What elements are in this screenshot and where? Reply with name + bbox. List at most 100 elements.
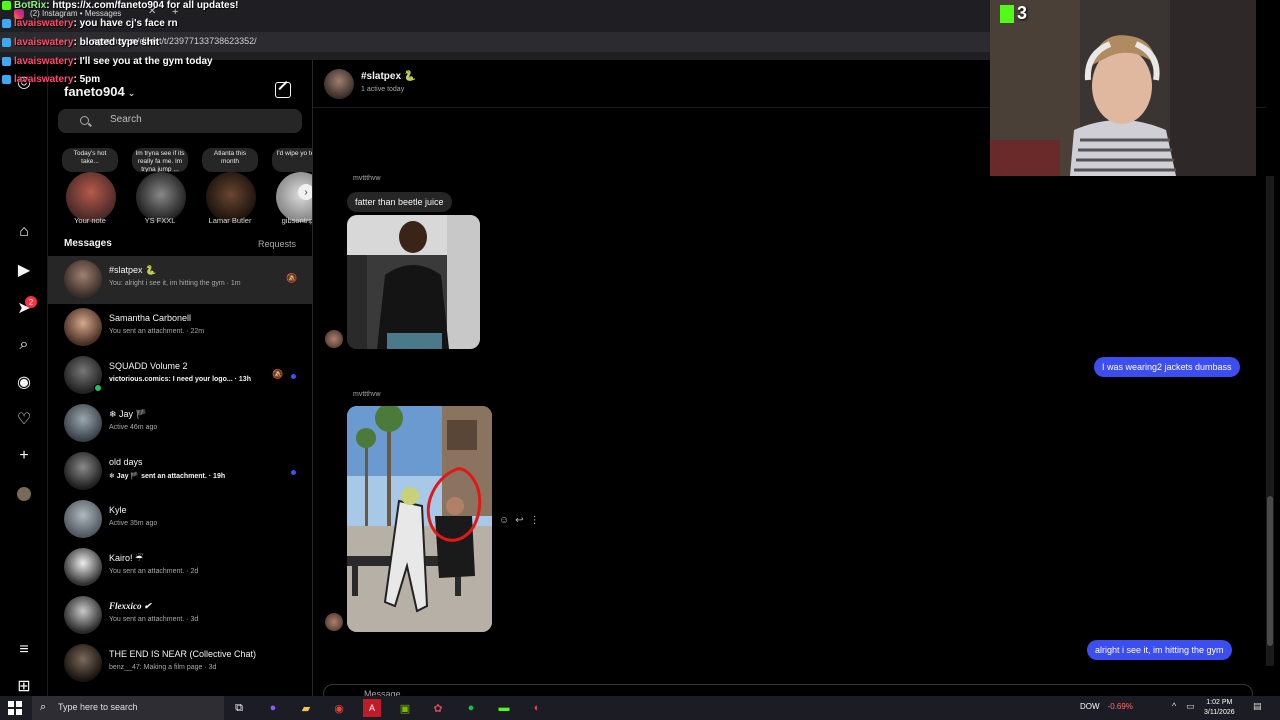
note-bubble: Today's hot take...	[62, 148, 118, 172]
more-icon[interactable]: ⊞	[14, 676, 34, 696]
messages-heading: Messages	[64, 238, 112, 249]
terminal-icon[interactable]: ▬	[495, 699, 513, 717]
conversation-name[interactable]: #slatpex 🐍	[361, 71, 416, 82]
kick-logo-icon	[1000, 5, 1014, 23]
thread-preview: victorious.comics: I need your logo... ·…	[109, 376, 251, 383]
notification-badge: 2	[25, 296, 37, 308]
unread-dot	[291, 374, 296, 379]
discord-icon[interactable]: ●	[264, 699, 282, 717]
thread-item[interactable]: THE END IS NEAR (Collective Chat) benz__…	[48, 640, 312, 688]
address-url[interactable]: agram.com/direct/t/23977133738623352/	[92, 36, 257, 46]
account-switcher[interactable]: faneto904 ⌄	[64, 84, 135, 99]
message-bubble[interactable]: alright i see it, im hitting the gym	[1087, 640, 1232, 660]
chevron-right-icon[interactable]: ›	[298, 184, 312, 200]
thread-item[interactable]: Kairo! ☔ You sent an attachment. · 2d	[48, 544, 312, 592]
requests-link[interactable]: Requests	[258, 239, 296, 249]
message-actions[interactable]: ☺↩⋮	[499, 515, 546, 526]
chat-scrollbar[interactable]	[1266, 176, 1274, 666]
notification-icon[interactable]: ▤	[1253, 701, 1262, 712]
reels-icon[interactable]: ▶	[14, 260, 34, 280]
new-tab-icon[interactable]: +	[172, 6, 178, 18]
instagram-favicon-icon	[14, 9, 24, 19]
search-icon[interactable]: ⌕	[14, 335, 34, 355]
avatar	[64, 596, 102, 634]
adobe-icon[interactable]: A	[363, 699, 381, 717]
viewer-count: 3	[1017, 3, 1028, 23]
search-icon: ⌕	[40, 701, 47, 713]
tab-close-icon[interactable]: ✕	[148, 6, 156, 17]
streamer-webcam-image	[990, 0, 1256, 176]
profile-avatar[interactable]	[14, 484, 34, 504]
create-icon[interactable]: +	[14, 446, 34, 466]
windows-start-icon[interactable]	[8, 701, 22, 715]
scrollbar-thumb[interactable]	[1267, 496, 1273, 646]
active-status: 1 active today	[361, 86, 405, 93]
photo-attachment[interactable]	[347, 406, 492, 632]
avatar	[325, 613, 343, 631]
avatar	[64, 500, 102, 538]
message-input[interactable]	[364, 689, 964, 696]
avatar	[64, 260, 102, 298]
avatar	[206, 172, 256, 222]
avatar	[64, 404, 102, 442]
taskbar-search-placeholder: Type here to search	[58, 702, 138, 712]
taskbar-search[interactable]: ⌕ Type here to search	[32, 696, 224, 720]
chevron-up-icon[interactable]: ^	[1172, 701, 1176, 711]
back-arrow-icon[interactable]: ←	[58, 34, 69, 46]
explore-icon[interactable]: ◉	[14, 372, 34, 392]
stock-ticker[interactable]: DOW -0.69%	[1080, 702, 1133, 711]
stock-change: -0.69%	[1107, 702, 1133, 711]
thread-preview: You: alright i see it, im hitting the gy…	[109, 280, 241, 287]
thread-preview: Active 35m ago	[109, 520, 158, 527]
avatar	[64, 644, 102, 682]
thread-preview: benz__47: Making a film page · 3d	[109, 664, 217, 671]
note-bubble: I'd wipe yo tears	[272, 148, 312, 172]
thread-item[interactable]: Samantha Carbonell You sent an attachmen…	[48, 304, 312, 352]
thread-preview: You sent an attachment. · 3d	[109, 616, 199, 623]
thread-item[interactable]: Flexxico ✔ You sent an attachment. · 3d	[48, 592, 312, 640]
message-bubble[interactable]: fatter than beetle juice	[347, 192, 452, 212]
message-composer[interactable]	[323, 684, 1253, 696]
thread-name: SQUADD Volume 2	[109, 361, 188, 371]
windows-taskbar: ⌕ Type here to search ⧉ ● ▰ ◉ A ▣ ✿ ● ▬ …	[0, 696, 1280, 720]
online-indicator	[94, 384, 102, 392]
photo-attachment[interactable]	[347, 215, 480, 349]
spotify-icon[interactable]: ●	[462, 699, 480, 717]
instagram-icon[interactable]: ◎	[14, 72, 34, 92]
thread-name: Samantha Carbonell	[109, 313, 192, 323]
app-icon[interactable]: ✿	[429, 699, 447, 717]
nvidia-icon[interactable]: ▣	[396, 699, 414, 717]
clock[interactable]: 1:02 PM 3/11/2026	[1204, 698, 1235, 718]
home-icon[interactable]: ⌂	[14, 222, 34, 242]
search-box[interactable]	[58, 109, 302, 133]
thread-preview: You sent an attachment. · 22m	[109, 328, 205, 335]
search-input[interactable]	[110, 114, 290, 125]
account-name: faneto904	[64, 84, 125, 99]
search-icon	[80, 116, 89, 125]
thread-item[interactable]: #slatpex 🐍 You: alright i see it, im hit…	[48, 256, 312, 304]
task-view-icon[interactable]: ⧉	[230, 699, 248, 717]
menu-icon[interactable]: ≡	[14, 640, 34, 660]
thread-item[interactable]: old days ❄ Jay 🏴 sent an attachment. · 1…	[48, 448, 312, 496]
thread-item[interactable]: SQUADD Volume 2 victorious.comics: I nee…	[48, 352, 312, 400]
avatar[interactable]	[324, 69, 354, 99]
obs-icon[interactable]: ◐	[528, 699, 546, 717]
thread-item[interactable]: Kyle Active 35m ago	[48, 496, 312, 544]
address-bar[interactable]: ← agram.com/direct/t/23977133738623352/	[0, 32, 990, 52]
thread-item[interactable]: ❄ Jay 🏴 Active 46m ago	[48, 400, 312, 448]
heart-icon[interactable]: ♡	[14, 409, 34, 429]
file-explorer-icon[interactable]: ▰	[297, 699, 315, 717]
browser-chrome: (2) Instagram • Messages ✕ + ← agram.com…	[0, 0, 990, 60]
browser-tab[interactable]: (2) Instagram • Messages	[10, 6, 121, 22]
message-bubble[interactable]: I was wearing2 jackets dumbass	[1094, 357, 1240, 377]
thread-name: Kairo! ☔	[109, 553, 144, 563]
note-bubble: Atlanta this month	[202, 148, 258, 172]
compose-icon[interactable]	[275, 82, 291, 98]
note-bubble: Im tryna see if its really fa me. Im try…	[132, 148, 188, 172]
note-name: gibsontripp	[281, 216, 312, 225]
chrome-icon[interactable]: ◉	[330, 699, 348, 717]
unread-dot	[291, 470, 296, 475]
thread-name: old days	[109, 457, 143, 467]
avatar	[136, 172, 186, 222]
network-icon[interactable]: ▭	[1186, 701, 1195, 712]
